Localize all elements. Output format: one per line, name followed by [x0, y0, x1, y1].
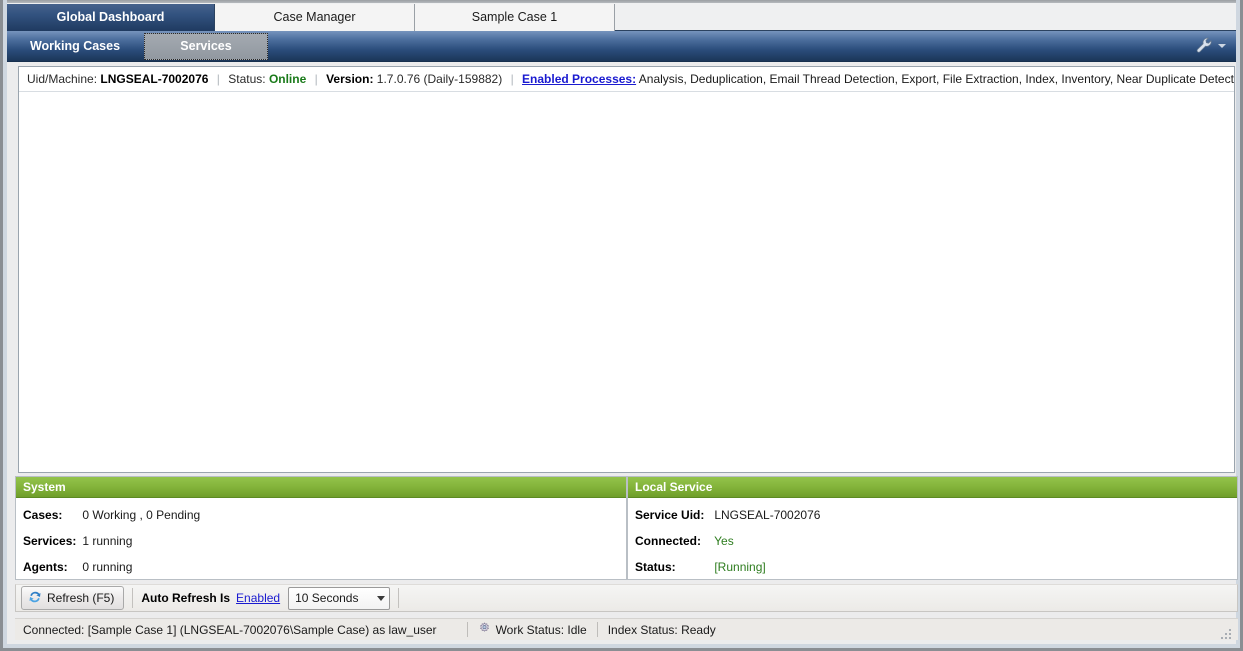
local-service-panel-header: Local Service — [628, 477, 1237, 498]
resize-grip[interactable] — [1219, 627, 1233, 641]
service-uid-value: LNGSEAL-7002076 — [714, 508, 821, 522]
services-content-panel: Uid/Machine: LNGSEAL-7002076 | Status: O… — [18, 66, 1235, 473]
index-status-text: Index Status: Ready — [607, 622, 716, 637]
list-item: Cases: 0 Working , 0 Pending — [23, 504, 626, 530]
system-agents-label: Agents: — [23, 560, 68, 574]
chevron-down-icon[interactable] — [1218, 44, 1226, 48]
wrench-icon[interactable] — [1194, 35, 1214, 58]
connection-status-text: Connected: [Sample Case 1] (LNGSEAL-7002… — [23, 622, 437, 637]
service-uid-label: Service Uid: — [635, 508, 705, 522]
tab-sample-case-1-label: Sample Case 1 — [471, 10, 558, 24]
info-separator-1: | — [216, 72, 220, 86]
version-label: Version: — [326, 72, 374, 86]
tab-bar-empty-space — [615, 3, 1236, 30]
tab-case-manager-label: Case Manager — [273, 10, 356, 24]
system-panel-body: Cases: 0 Working , 0 Pending Services: 1… — [16, 498, 626, 579]
bottom-toolbar: Refresh (F5) Auto Refresh Is Enabled 10 … — [15, 584, 1238, 612]
uid-machine-label: Uid/Machine: — [27, 72, 98, 86]
toolbar-divider-2 — [398, 588, 400, 608]
enabled-processes-link[interactable]: Enabled Processes: — [522, 72, 636, 86]
refresh-button[interactable]: Refresh (F5) — [21, 586, 125, 610]
service-info-row: Uid/Machine: LNGSEAL-7002076 | Status: O… — [19, 67, 1234, 92]
summary-panels: System Cases: 0 Working , 0 Pending Serv… — [15, 476, 1238, 580]
system-services-label: Services: — [23, 534, 77, 548]
gear-icon — [478, 621, 491, 638]
auto-refresh-toggle-link[interactable]: Enabled — [236, 591, 280, 605]
local-service-panel-body: Service Uid: LNGSEAL-7002076 Connected: … — [628, 498, 1237, 579]
refresh-button-label: Refresh (F5) — [47, 591, 115, 605]
refresh-icon — [28, 590, 42, 607]
local-service-panel: Local Service Service Uid: LNGSEAL-70020… — [627, 476, 1238, 580]
refresh-interval-value: 10 Seconds — [295, 591, 359, 605]
list-item: Status: [Running] — [635, 556, 1237, 579]
service-status-value: [Running] — [714, 560, 766, 574]
system-agents-value: 0 running — [82, 560, 133, 574]
system-cases-label: Cases: — [23, 508, 63, 522]
tab-global-dashboard[interactable]: Global Dashboard — [7, 4, 215, 31]
sidebar-item-services[interactable]: Services — [144, 32, 268, 60]
system-cases-value: 0 Working , 0 Pending — [82, 508, 201, 522]
system-services-value: 1 running — [82, 534, 133, 548]
refresh-interval-select[interactable]: 10 Seconds — [288, 586, 391, 610]
ribbon-tools-group[interactable] — [1194, 35, 1226, 58]
service-connected-value: Yes — [714, 534, 734, 548]
list-item: Service Uid: LNGSEAL-7002076 — [635, 504, 1237, 530]
info-separator-2: | — [314, 72, 318, 86]
service-connected-label: Connected: — [635, 534, 701, 548]
tab-global-dashboard-label: Global Dashboard — [56, 10, 165, 24]
enabled-processes-value: Analysis, Deduplication, Email Thread De… — [638, 72, 1234, 86]
system-panel: System Cases: 0 Working , 0 Pending Serv… — [15, 476, 627, 580]
sub-tab-ribbon: Working Cases Services — [7, 31, 1236, 62]
status-separator-1 — [466, 622, 468, 637]
auto-refresh-label: Auto Refresh Is — [141, 591, 231, 605]
window-inner-frame: Global Dashboard Case Manager Sample Cas… — [3, 0, 1240, 648]
toolbar-divider-1 — [132, 588, 134, 608]
version-value: 1.7.0.76 (Daily-159882) — [376, 72, 503, 86]
main-tab-bar: Global Dashboard Case Manager Sample Cas… — [7, 0, 1236, 31]
list-item: Services: 1 running — [23, 530, 626, 556]
sub-tab-working-cases-label: Working Cases — [29, 38, 121, 53]
service-status-label: Status: — [635, 560, 676, 574]
status-separator-2 — [596, 622, 598, 637]
uid-machine-value: LNGSEAL-7002076 — [100, 72, 209, 86]
info-separator-3: | — [510, 72, 514, 86]
tab-sample-case-1[interactable]: Sample Case 1 — [415, 4, 615, 31]
list-item: Connected: Yes — [635, 530, 1237, 556]
sidebar-item-working-cases[interactable]: Working Cases — [15, 34, 135, 59]
chevron-down-icon — [377, 595, 386, 601]
status-value: Online — [268, 72, 307, 86]
tab-case-manager[interactable]: Case Manager — [215, 4, 415, 31]
status-bar: Connected: [Sample Case 1] (LNGSEAL-7002… — [15, 618, 1238, 640]
work-status-text: Work Status: Idle — [495, 622, 587, 637]
list-item: Agents: 0 running — [23, 556, 626, 579]
sub-tab-services-label: Services — [180, 38, 232, 53]
system-panel-header: System — [16, 477, 626, 498]
application-window: Global Dashboard Case Manager Sample Cas… — [0, 0, 1243, 651]
work-status-item: Work Status: Idle — [478, 621, 587, 638]
status-label: Status: — [228, 72, 266, 86]
